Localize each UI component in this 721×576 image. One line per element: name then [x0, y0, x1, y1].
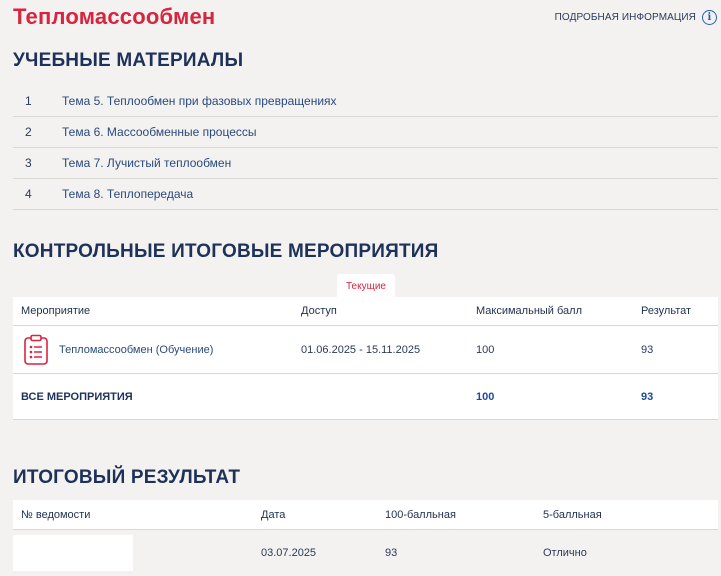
score-5: Отлично — [543, 547, 587, 559]
column-header: Максимальный балл — [476, 305, 582, 317]
score-100: 93 — [385, 547, 398, 559]
table-total-row: ВСЕ МЕРОПРИЯТИЯ 100 93 — [13, 374, 718, 419]
info-icon[interactable]: i — [702, 10, 717, 25]
column-header: Мероприятие — [21, 305, 91, 317]
topic-link[interactable]: Тема 6. Массообменные процессы — [62, 125, 257, 139]
column-header: № ведомости — [21, 508, 91, 521]
column-header: Доступ — [301, 305, 337, 317]
total-label: ВСЕ МЕРОПРИЯТИЯ — [21, 390, 133, 403]
access-period: 01.06.2025 - 15.11.2025 — [301, 343, 421, 356]
table-header: № ведомости Дата 100-балльная 5-балльная — [13, 500, 718, 530]
list-item[interactable]: 2 Тема 6. Массообменные процессы — [13, 117, 718, 148]
details-link-label: ПОДРОБНАЯ ИНФОРМАЦИЯ — [554, 12, 696, 23]
events-section-title: КОНТРОЛЬНЫЕ ИТОГОВЫЕ МЕРОПРИЯТИЯ — [13, 241, 439, 262]
event-cell: Тепломассообмен (Обучение) — [13, 334, 301, 366]
final-results-table: № ведомости Дата 100-балльная 5-балльная… — [13, 500, 718, 576]
topic-link[interactable]: Тема 7. Лучистый теплообмен — [62, 156, 231, 170]
materials-list: 1 Тема 5. Теплообмен при фазовых превращ… — [13, 86, 718, 210]
list-item-number: 3 — [25, 156, 32, 170]
column-header: Результат — [641, 305, 692, 317]
materials-section-title: УЧЕБНЫЕ МАТЕРИАЛЫ — [13, 50, 244, 71]
max-score: 100 — [476, 343, 495, 356]
page-title: Тепломассообмен — [13, 4, 216, 29]
table-header: Мероприятие Доступ Максимальный балл Рез… — [13, 297, 718, 326]
list-item[interactable]: 3 Тема 7. Лучистый теплообмен — [13, 148, 718, 179]
result-date: 03.07.2025 — [261, 547, 317, 559]
list-item-number: 4 — [25, 187, 32, 201]
table-row: Тепломассообмен (Обучение) 01.06.2025 - … — [13, 326, 718, 374]
total-result: 93 — [641, 390, 654, 403]
column-header: 100-балльная — [385, 508, 456, 521]
event-link[interactable]: Тепломассообмен (Обучение) — [59, 344, 213, 356]
table-row: 03.07.2025 93 Отлично — [13, 530, 718, 576]
final-section-title: ИТОГОВЫЙ РЕЗУЛЬТАТ — [13, 467, 241, 488]
details-link[interactable]: ПОДРОБНАЯ ИНФОРМАЦИЯ i — [555, 10, 717, 25]
list-item[interactable]: 4 Тема 8. Теплопередача — [13, 179, 718, 210]
topic-link[interactable]: Тема 5. Теплообмен при фазовых превращен… — [62, 94, 337, 108]
column-header: 5-балльная — [543, 508, 602, 521]
list-item-number: 2 — [25, 125, 32, 139]
total-max-score: 100 — [476, 390, 495, 403]
column-header: Дата — [261, 508, 286, 521]
clipboard-icon[interactable] — [23, 334, 49, 366]
list-item-number: 1 — [25, 94, 32, 108]
list-item[interactable]: 1 Тема 5. Теплообмен при фазовых превращ… — [13, 86, 718, 117]
events-table: Мероприятие Доступ Максимальный балл Рез… — [13, 297, 718, 420]
sheet-number — [13, 535, 133, 571]
result-score: 93 — [641, 343, 654, 356]
sheet-number-cell — [13, 535, 261, 571]
topic-link[interactable]: Тема 8. Теплопередача — [62, 187, 193, 201]
tab-current[interactable]: Текущие — [337, 274, 395, 298]
